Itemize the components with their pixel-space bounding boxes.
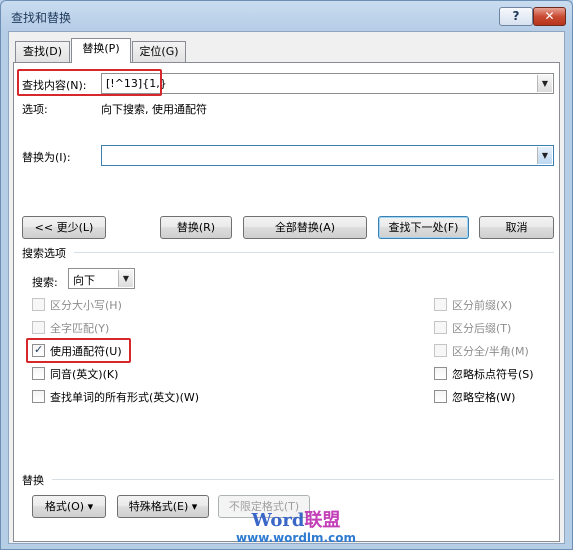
- watermark-brand-latin: Word: [251, 510, 305, 531]
- tab-goto[interactable]: 定位(G): [132, 41, 186, 62]
- whole-word-checkbox[interactable]: [32, 321, 45, 334]
- match-case-checkbox[interactable]: [32, 298, 45, 311]
- match-width-checkbox[interactable]: [434, 344, 447, 357]
- title-bar[interactable]: 查找和替换 ? ✕: [1, 1, 572, 31]
- chevron-down-icon[interactable]: ▼: [537, 147, 552, 164]
- checkmark-icon: ✓: [34, 343, 44, 356]
- match-suffix-label: 区分后缀(T): [452, 322, 512, 335]
- watermark-url: www.wordlm.com: [236, 531, 356, 545]
- chevron-down-icon[interactable]: ▼: [118, 270, 133, 287]
- format-button[interactable]: 格式(O) ▾: [32, 495, 106, 518]
- help-button[interactable]: ?: [499, 7, 533, 26]
- replace-group-heading: 替换: [22, 474, 44, 487]
- replace-with-field[interactable]: ▼: [101, 145, 554, 166]
- ignore-punctuation-checkbox[interactable]: [434, 367, 447, 380]
- find-next-button[interactable]: 查找下一处(F): [378, 216, 469, 239]
- match-suffix-checkbox[interactable]: [434, 321, 447, 334]
- replace-button[interactable]: 替换(R): [160, 216, 232, 239]
- tab-find[interactable]: 查找(D): [15, 41, 70, 62]
- ignore-whitespace-label: 忽略空格(W): [452, 391, 516, 404]
- replace-panel: 查找内容(N): [!^13]{1,} ▼ 选项: 向下搜索, 使用通配符 替换…: [13, 62, 560, 542]
- use-wildcards-checkbox[interactable]: ✓: [32, 343, 45, 357]
- special-button[interactable]: 特殊格式(E) ▾: [117, 495, 209, 518]
- chevron-down-icon[interactable]: ▼: [537, 75, 552, 92]
- replace-with-label: 替换为(I):: [22, 151, 71, 164]
- whole-word-label: 全字匹配(Y): [50, 322, 110, 335]
- find-what-field[interactable]: [!^13]{1,} ▼: [101, 73, 554, 94]
- search-options-divider: [74, 252, 554, 253]
- match-prefix-label: 区分前缀(X): [452, 299, 513, 312]
- use-wildcards-label: 使用通配符(U): [50, 345, 122, 358]
- watermark-brand: Word联盟: [231, 511, 361, 531]
- dialog-body: 查找(D) 替换(P) 定位(G) 查找内容(N): [!^13]{1,} ▼ …: [8, 31, 565, 544]
- find-what-value: [!^13]{1,}: [106, 77, 167, 90]
- options-summary: 向下搜索, 使用通配符: [101, 103, 207, 116]
- options-label: 选项:: [22, 103, 48, 116]
- cancel-button[interactable]: 取消: [479, 216, 554, 239]
- find-replace-dialog: 查找和替换 ? ✕ 查找(D) 替换(P) 定位(G) 查找内容(N): [!^…: [0, 0, 573, 550]
- search-options-heading: 搜索选项: [22, 247, 66, 260]
- replace-group-divider: [52, 479, 554, 480]
- ignore-whitespace-checkbox[interactable]: [434, 390, 447, 403]
- less-button[interactable]: << 更少(L): [22, 216, 106, 239]
- replace-all-button[interactable]: 全部替换(A): [243, 216, 367, 239]
- wordlm-watermark: Word联盟 www.wordlm.com: [231, 511, 361, 546]
- dialog-title: 查找和替换: [11, 11, 72, 25]
- search-direction-select[interactable]: 向下 ▼: [68, 268, 135, 289]
- search-direction-value: 向下: [73, 274, 95, 287]
- match-case-label: 区分大小写(H): [50, 299, 122, 312]
- tab-replace[interactable]: 替换(P): [71, 38, 131, 63]
- sounds-like-checkbox[interactable]: [32, 367, 45, 380]
- all-word-forms-label: 查找单词的所有形式(英文)(W): [50, 391, 200, 404]
- watermark-brand-cn: 联盟: [304, 510, 341, 531]
- sounds-like-label: 同音(英文)(K): [50, 368, 119, 381]
- ignore-punctuation-label: 忽略标点符号(S): [452, 368, 534, 381]
- search-direction-label: 搜索:: [32, 276, 58, 289]
- match-width-label: 区分全/半角(M): [452, 345, 529, 358]
- all-word-forms-checkbox[interactable]: [32, 390, 45, 403]
- find-what-label: 查找内容(N):: [22, 79, 87, 92]
- match-prefix-checkbox[interactable]: [434, 298, 447, 311]
- close-button[interactable]: ✕: [533, 7, 566, 26]
